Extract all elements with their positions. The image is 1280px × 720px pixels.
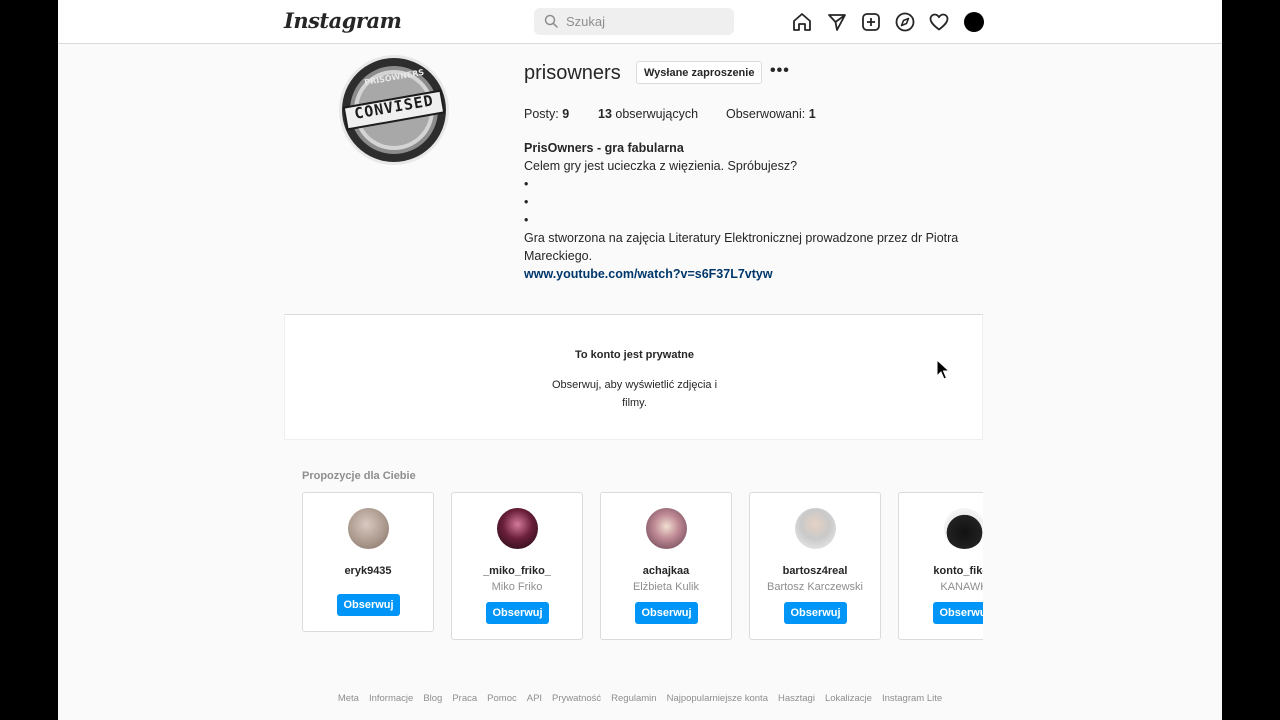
follow-button[interactable]: Obserwuj	[635, 602, 698, 624]
followers-count: 13	[598, 107, 612, 121]
search-icon	[544, 14, 558, 28]
footer-link[interactable]: Blog	[423, 693, 442, 704]
profile-bio: PrisOwners - gra fabularna Celem gry jes…	[524, 139, 964, 283]
suggestion-username[interactable]: _miko_friko_	[452, 565, 582, 577]
suggestion-avatar[interactable]	[646, 508, 687, 549]
footer-link[interactable]: Lokalizacje	[825, 693, 872, 704]
following-count: 1	[808, 107, 816, 121]
suggestion-card: eryk9435 Obserwuj	[302, 492, 434, 632]
instagram-page: Instagram Szukaj CONVISED PRISOWNERS pri…	[58, 0, 1222, 720]
private-subtitle: Obserwuj, aby wyświetlić zdjęcia i filmy…	[551, 379, 718, 409]
suggestion-card: achajkaa Elżbieta Kulik Obserwuj	[600, 492, 732, 640]
suggestion-full-name: Bartosz Karczewski	[767, 581, 863, 593]
explore-compass-icon[interactable]	[894, 11, 916, 33]
follow-button[interactable]: Obserwuj	[784, 602, 847, 624]
request-sent-button[interactable]: Wysłane zaproszenie	[636, 61, 763, 84]
suggestions-title: Propozycje dla Ciebie	[302, 470, 416, 482]
heart-activity-icon[interactable]	[928, 11, 950, 33]
suggestion-username[interactable]: konto_fikcy	[899, 565, 983, 577]
suggestion-username[interactable]: bartosz4real	[750, 565, 880, 577]
footer-link[interactable]: Prywatność	[552, 693, 601, 704]
suggestion-avatar[interactable]	[944, 508, 983, 549]
mouse-cursor-icon	[936, 359, 950, 380]
suggestion-full-name: Miko Friko	[491, 581, 543, 593]
bio-line: Celem gry jest ucieczka z więzienia. Spr…	[524, 159, 798, 173]
bio-line: Gra stworzona na zajęcia Literatury Elek…	[524, 231, 959, 263]
direct-message-icon[interactable]	[826, 11, 848, 33]
footer-link[interactable]: Pomoc	[487, 693, 517, 704]
suggestion-card: _miko_friko_ Miko Friko Obserwuj	[451, 492, 583, 640]
profile-picture[interactable]: CONVISED PRISOWNERS	[338, 54, 450, 166]
suggestion-card: bartosz4real Bartosz Karczewski Obserwuj	[749, 492, 881, 640]
suggestion-avatar[interactable]	[348, 508, 389, 549]
search-box[interactable]	[534, 8, 734, 35]
follow-button[interactable]: Obserwuj	[337, 594, 400, 616]
footer-link[interactable]: Informacje	[369, 693, 413, 704]
suggestion-avatar[interactable]	[497, 508, 538, 549]
private-title: To konto jest prywatne	[575, 349, 694, 361]
suggestion-username[interactable]: achajkaa	[601, 565, 731, 577]
profile-username: prisowners	[524, 62, 621, 84]
bio-bullet: •	[524, 195, 529, 209]
footer-link[interactable]: Regulamin	[611, 693, 656, 704]
footer-link[interactable]: Najpopularniejsze konta	[667, 693, 768, 704]
bio-bullet: •	[524, 213, 529, 227]
footer-links: Meta Informacje Blog Praca Pomoc API Prywatnoś…	[58, 693, 1222, 704]
private-account-notice: To konto jest prywatne Obserwuj, aby wyś…	[284, 314, 983, 440]
footer-link[interactable]: API	[527, 693, 542, 704]
follow-button[interactable]: Obserwuj	[486, 602, 549, 624]
instagram-logo[interactable]: Instagram	[284, 8, 402, 33]
followers-label: obserwujących	[615, 107, 699, 121]
suggestions-carousel: eryk9435 Obserwuj _miko_friko_ Miko Frik…	[302, 492, 983, 642]
following-label: Obserwowani:	[726, 107, 806, 121]
top-navigation-bar: Instagram	[58, 0, 1222, 44]
home-icon[interactable]	[791, 11, 813, 33]
search-input[interactable]	[566, 8, 726, 35]
posts-count: 9	[562, 107, 570, 121]
posts-label: Posty:	[524, 107, 559, 121]
following-stat[interactable]: Obserwowani: 1	[726, 107, 816, 121]
suggestion-username[interactable]: eryk9435	[303, 565, 433, 577]
profile-avatar-icon[interactable]	[964, 12, 984, 32]
footer-link[interactable]: Hasztagi	[778, 693, 815, 704]
suggestion-full-name: Elżbieta Kulik	[632, 581, 700, 593]
suggestion-card: konto_fikcy KANAWK Obserwuj	[898, 492, 983, 640]
suggestion-full-name: KANAWK	[940, 581, 983, 593]
footer-link[interactable]: Instagram Lite	[882, 693, 942, 704]
follow-button[interactable]: Obserwuj	[933, 602, 983, 624]
bio-website-link[interactable]: www.youtube.com/watch?v=s6F37L7vtyw	[524, 265, 964, 283]
posts-stat: Posty: 9	[524, 107, 569, 121]
bio-bullet: •	[524, 177, 529, 191]
more-options-icon[interactable]: •••	[770, 62, 790, 80]
followers-stat[interactable]: 13 obserwujących	[598, 107, 698, 121]
suggestion-avatar[interactable]	[795, 508, 836, 549]
new-post-icon[interactable]	[860, 11, 882, 33]
footer-link[interactable]: Praca	[452, 693, 477, 704]
footer-link[interactable]: Meta	[338, 693, 359, 704]
bio-full-name: PrisOwners - gra fabularna	[524, 141, 684, 155]
